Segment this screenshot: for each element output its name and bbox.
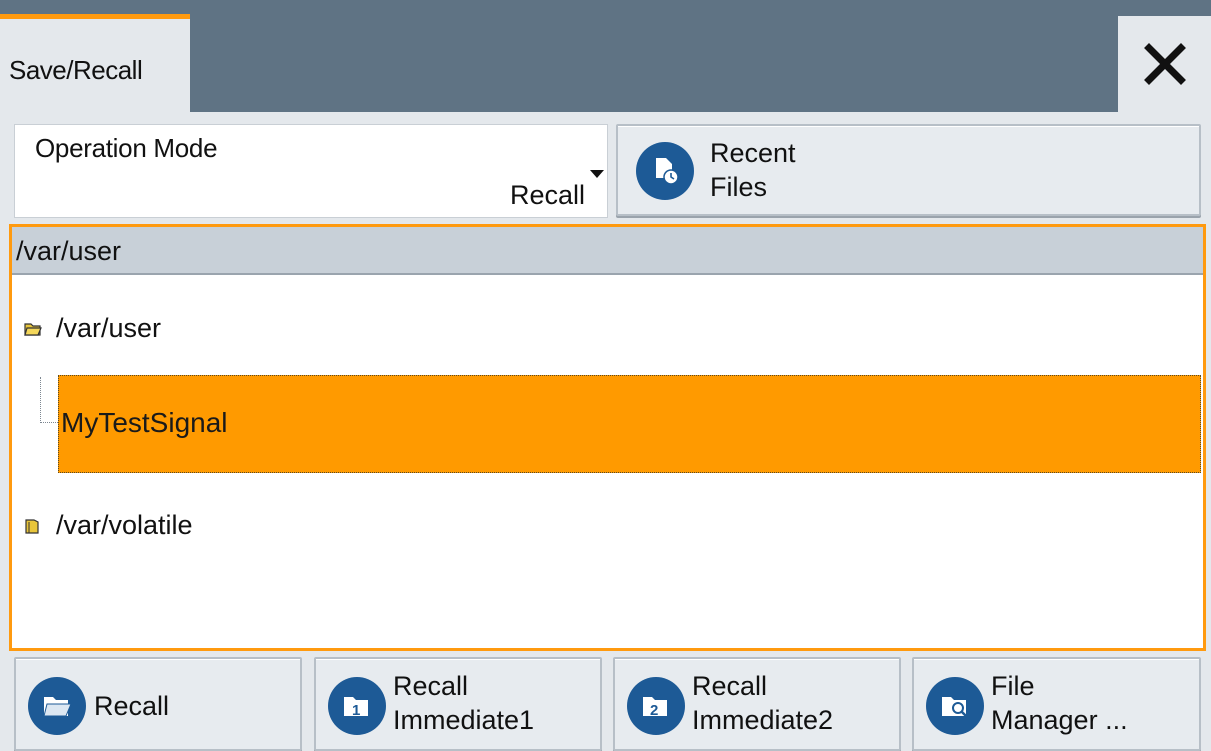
file-manager-line1: File [991, 671, 1035, 701]
folder-closed-icon [25, 518, 39, 534]
recall-immediate-1-icon: 1 [328, 677, 386, 735]
recall-immediate2-button[interactable]: 2 Recall Immediate2 [613, 657, 901, 751]
file-item-mytestsignal[interactable]: MyTestSignal [58, 375, 1201, 473]
tree-item-var-volatile[interactable]: /var/volatile [24, 510, 193, 541]
recall-immediate-2-icon: 2 [627, 677, 685, 735]
recent-files-line1: Recent [710, 138, 796, 168]
tree-connector [40, 377, 58, 423]
tree-item-label: /var/volatile [56, 510, 193, 540]
close-icon [1143, 43, 1186, 85]
recent-files-line2: Files [710, 172, 768, 202]
current-path-bar: /var/user [12, 227, 1203, 275]
recent-files-icon [636, 142, 694, 200]
recall-button[interactable]: Recall [14, 657, 302, 751]
operation-mode-dropdown[interactable]: Operation Mode Recall [14, 124, 608, 218]
file-manager-button[interactable]: File Manager ... [912, 657, 1201, 751]
svg-text:1: 1 [352, 702, 360, 719]
file-manager-icon [926, 677, 984, 735]
operation-mode-label: Operation Mode [35, 133, 218, 163]
recall-immediate1-line1: Recall [393, 671, 469, 701]
recent-files-button[interactable]: Recent Files [616, 124, 1201, 216]
recall-immediate1-button[interactable]: 1 Recall Immediate1 [314, 657, 602, 751]
folder-open-icon [24, 322, 42, 336]
file-manager-line2: Manager ... [991, 705, 1128, 735]
dropdown-caret-icon [590, 170, 604, 178]
recall-folder-icon [28, 677, 86, 735]
file-browser: /var/user /var/user MyTestSignal /var/vo… [9, 224, 1206, 651]
close-button[interactable] [1118, 16, 1211, 112]
recall-immediate1-line2: Immediate1 [393, 705, 535, 735]
recall-label: Recall [94, 691, 170, 721]
recall-immediate2-line1: Recall [692, 671, 768, 701]
recall-immediate2-line2: Immediate2 [692, 705, 834, 735]
tab-save-recall[interactable]: Save/Recall [0, 14, 190, 112]
file-item-label: MyTestSignal [61, 407, 228, 438]
save-recall-dialog: Save/Recall Operation Mode Recall Recent… [0, 0, 1211, 751]
tree-item-var-user[interactable]: /var/user [24, 313, 161, 344]
svg-text:2: 2 [650, 702, 658, 719]
tree-item-label: /var/user [56, 313, 162, 343]
operation-mode-value: Recall [509, 180, 585, 210]
tab-label: Save/Recall [9, 55, 143, 85]
current-path: /var/user [16, 236, 122, 266]
